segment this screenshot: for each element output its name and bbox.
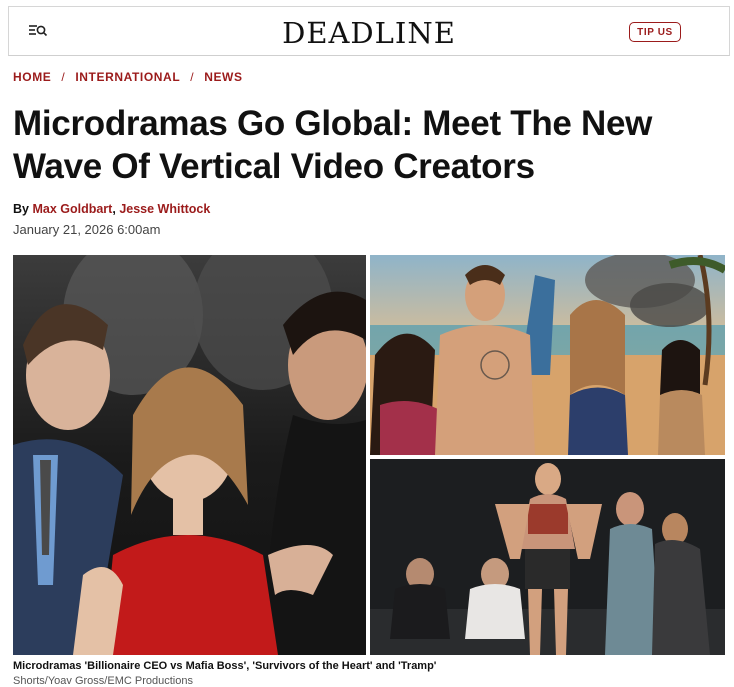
byline: By Max Goldbart, Jesse Whittock [13,202,210,216]
publish-date: January 21, 2026 6:00am [13,222,161,237]
tip-us-button[interactable]: TIP US [629,22,681,42]
hero-credit: Shorts/Yoav Gross/EMC Productions [13,675,193,687]
breadcrumb: HOME / INTERNATIONAL / NEWS [13,70,243,84]
author-separator: , [112,202,116,216]
breadcrumb-separator: / [61,70,66,84]
site-logo[interactable]: DEADLINE [9,16,729,50]
breadcrumb-separator: / [190,70,195,84]
hero-image-survivors-of-the-heart [370,255,725,455]
hero-image-collage[interactable] [13,255,725,655]
author-link[interactable]: Jesse Whittock [119,202,210,216]
hero-image-tramp [370,459,725,655]
breadcrumb-international[interactable]: INTERNATIONAL [75,70,180,84]
hero-image-billionaire-ceo [13,255,366,655]
site-header: DEADLINE TIP US [8,6,730,56]
breadcrumb-news[interactable]: NEWS [204,70,242,84]
breadcrumb-home[interactable]: HOME [13,70,51,84]
author-link[interactable]: Max Goldbart [32,202,112,216]
article-headline: Microdramas Go Global: Meet The New Wave… [13,104,653,186]
byline-prefix: By [13,202,29,216]
hero-caption: Microdramas 'Billionaire CEO vs Mafia Bo… [13,660,437,672]
